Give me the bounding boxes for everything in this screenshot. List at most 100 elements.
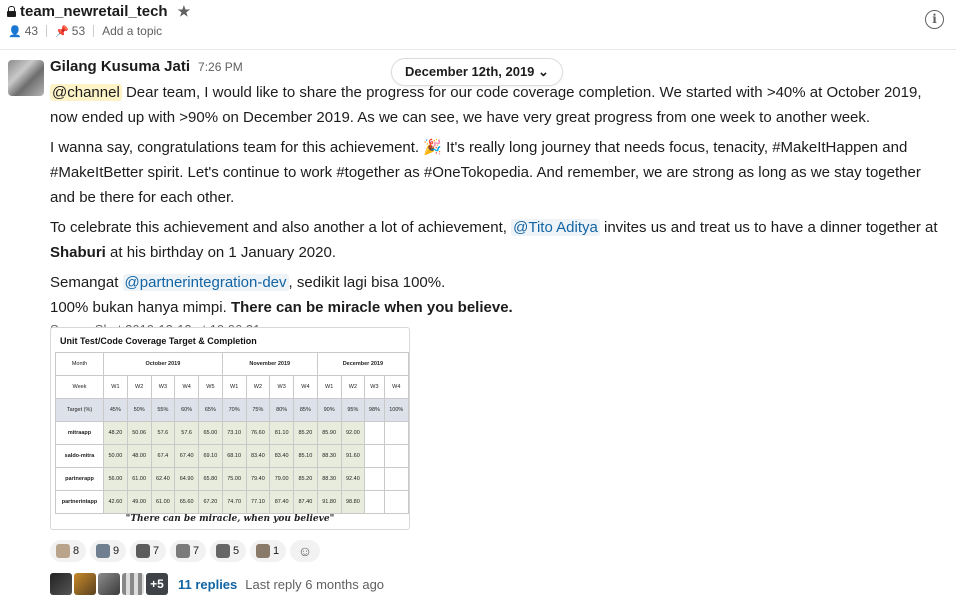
table-cell: W2 xyxy=(126,375,152,399)
table-cell: Month xyxy=(55,352,104,376)
paragraph-text: Dear team, I would like to share the pro… xyxy=(50,84,922,126)
table-cell: partnerintapp xyxy=(55,490,104,514)
message-time[interactable]: 7:26 PM xyxy=(198,60,243,74)
table-cell: W2 xyxy=(245,375,271,399)
party-popper-icon: 🎉 xyxy=(423,139,442,156)
pin-icon[interactable]: 📌 xyxy=(55,25,69,38)
table-cell: 65.80 xyxy=(198,467,223,491)
table-cell: 60% xyxy=(174,398,199,422)
table-cell: 77.10 xyxy=(245,490,271,514)
replies-link[interactable]: 11 replies xyxy=(178,577,237,592)
table-cell xyxy=(364,467,385,491)
emoji-icon xyxy=(96,544,110,558)
table-cell: W4 xyxy=(174,375,199,399)
table-cell: 65.60 xyxy=(174,490,199,514)
author-name[interactable]: Gilang Kusuma Jati xyxy=(50,58,190,75)
table-cell: 67.40 xyxy=(174,444,199,468)
table-cell: Week xyxy=(55,375,104,399)
table-cell: 42.60 xyxy=(103,490,128,514)
reaction-count: 7 xyxy=(153,545,160,557)
table-cell: December 2019 xyxy=(316,352,409,376)
table-cell: 74.70 xyxy=(221,490,247,514)
channel-meta: 👤 43 📌 53 Add a topic xyxy=(8,24,162,38)
table-cell: 68.10 xyxy=(221,444,247,468)
table-cell: 50% xyxy=(126,398,152,422)
reaction-pill[interactable]: 1 xyxy=(250,540,286,562)
table-cell: October 2019 xyxy=(103,352,223,376)
table-row: partnerintapp 42.60 49.00 61.00 65.60 67.20 74… xyxy=(55,490,409,514)
table-cell xyxy=(364,444,385,468)
date-divider-button[interactable]: December 12th, 2019 ⌄ xyxy=(391,58,563,86)
channel-name[interactable]: team_newretail_tech xyxy=(20,3,168,20)
table-cell: 85.20 xyxy=(293,421,318,445)
table-cell: 69.10 xyxy=(198,444,223,468)
reply-avatar[interactable] xyxy=(74,573,96,595)
group-mention[interactable]: @partnerintegration-dev xyxy=(122,274,289,291)
table-cell: 67.20 xyxy=(198,490,223,514)
paragraph-text: invites us and treat us to have a dinner… xyxy=(599,219,938,236)
table-cell: 70% xyxy=(221,398,247,422)
table-cell xyxy=(364,421,385,445)
table-cell: partnerapp xyxy=(55,467,104,491)
attachment-image[interactable]: Unit Test/Code Coverage Target & Complet… xyxy=(50,327,410,530)
table-row: partnerapp 56.00 61.00 62.40 64.90 65.80 75.00… xyxy=(55,467,409,491)
table-cell: 79.40 xyxy=(245,467,271,491)
paragraph-text: 100% bukan hanya mimpi. xyxy=(50,299,231,316)
reaction-count: 9 xyxy=(113,545,120,557)
paragraph-text: To celebrate this achievement and also a… xyxy=(50,219,512,236)
target-row: Target (%) 45% 50% 55% 60% 65% 70% 75% 80% 85% 90… xyxy=(55,398,409,422)
star-icon[interactable]: ★ xyxy=(178,3,191,20)
table-cell: 64.90 xyxy=(174,467,199,491)
lock-icon xyxy=(7,6,16,17)
emoji-icon xyxy=(256,544,270,558)
table-cell: 87.40 xyxy=(293,490,318,514)
table-cell: 98% xyxy=(364,398,385,422)
table-cell: 75% xyxy=(245,398,271,422)
thread-summary[interactable]: +5 11 replies Last reply 6 months ago xyxy=(50,573,384,595)
table-cell: 50.06 xyxy=(126,421,152,445)
add-reaction-button[interactable]: ☺ xyxy=(290,540,320,562)
reaction-pill[interactable]: 7 xyxy=(130,540,166,562)
reply-avatar[interactable] xyxy=(50,573,72,595)
table-cell: saldo-mitra xyxy=(55,444,104,468)
table-row: saldo-mitra 50.00 48.00 67.4 67.40 69.10 68.10… xyxy=(55,444,409,468)
more-repliers-badge[interactable]: +5 xyxy=(146,573,168,595)
divider xyxy=(93,25,95,37)
table-cell: 91.60 xyxy=(340,444,366,468)
table-cell xyxy=(364,490,385,514)
add-topic-link[interactable]: Add a topic xyxy=(102,24,162,38)
table-cell: 55% xyxy=(150,398,176,422)
user-mention[interactable]: @Tito Aditya xyxy=(511,219,600,236)
reactions-bar: 8 9 7 7 5 1 ☺ xyxy=(50,540,320,562)
reaction-pill[interactable]: 5 xyxy=(210,540,246,562)
week-row: Week W1 W2 W3 W4 W5 W1 W2 W3 W4 W1 W2 W3 W4 xyxy=(55,375,409,399)
reply-avatar[interactable] xyxy=(98,573,120,595)
member-count[interactable]: 43 xyxy=(25,24,38,38)
table-row: mitraapp 48.20 50.06 57.6 57.6 65.00 73.10 76.6… xyxy=(55,421,409,445)
table-cell: 100% xyxy=(383,398,409,422)
table-cell: W3 xyxy=(150,375,176,399)
reaction-pill[interactable]: 8 xyxy=(50,540,86,562)
channel-mention[interactable]: @channel xyxy=(50,84,122,101)
member-icon[interactable]: 👤 xyxy=(8,25,22,38)
table-cell: 85.10 xyxy=(293,444,318,468)
info-icon[interactable]: i xyxy=(925,10,944,29)
table-cell: 45% xyxy=(103,398,128,422)
table-cell: 65% xyxy=(198,398,223,422)
table-cell: 56.00 xyxy=(103,467,128,491)
pin-count[interactable]: 53 xyxy=(72,24,85,38)
table-cell xyxy=(383,467,409,491)
table-cell: 79.00 xyxy=(269,467,294,491)
coverage-table: Month October 2019 November 2019 Decembe… xyxy=(55,352,409,514)
reply-avatar[interactable] xyxy=(122,573,144,595)
table-cell: 92.00 xyxy=(340,421,366,445)
table-cell: 48.20 xyxy=(103,421,128,445)
message-paragraph-1: @channel Dear team, I would like to shar… xyxy=(50,80,950,130)
bold-text: Shaburi xyxy=(50,244,106,261)
reaction-count: 7 xyxy=(193,545,200,557)
author-avatar[interactable] xyxy=(8,60,44,96)
channel-title[interactable]: team_newretail_tech ★ xyxy=(7,3,190,20)
emoji-icon xyxy=(136,544,150,558)
reaction-pill[interactable]: 7 xyxy=(170,540,206,562)
reaction-pill[interactable]: 9 xyxy=(90,540,126,562)
